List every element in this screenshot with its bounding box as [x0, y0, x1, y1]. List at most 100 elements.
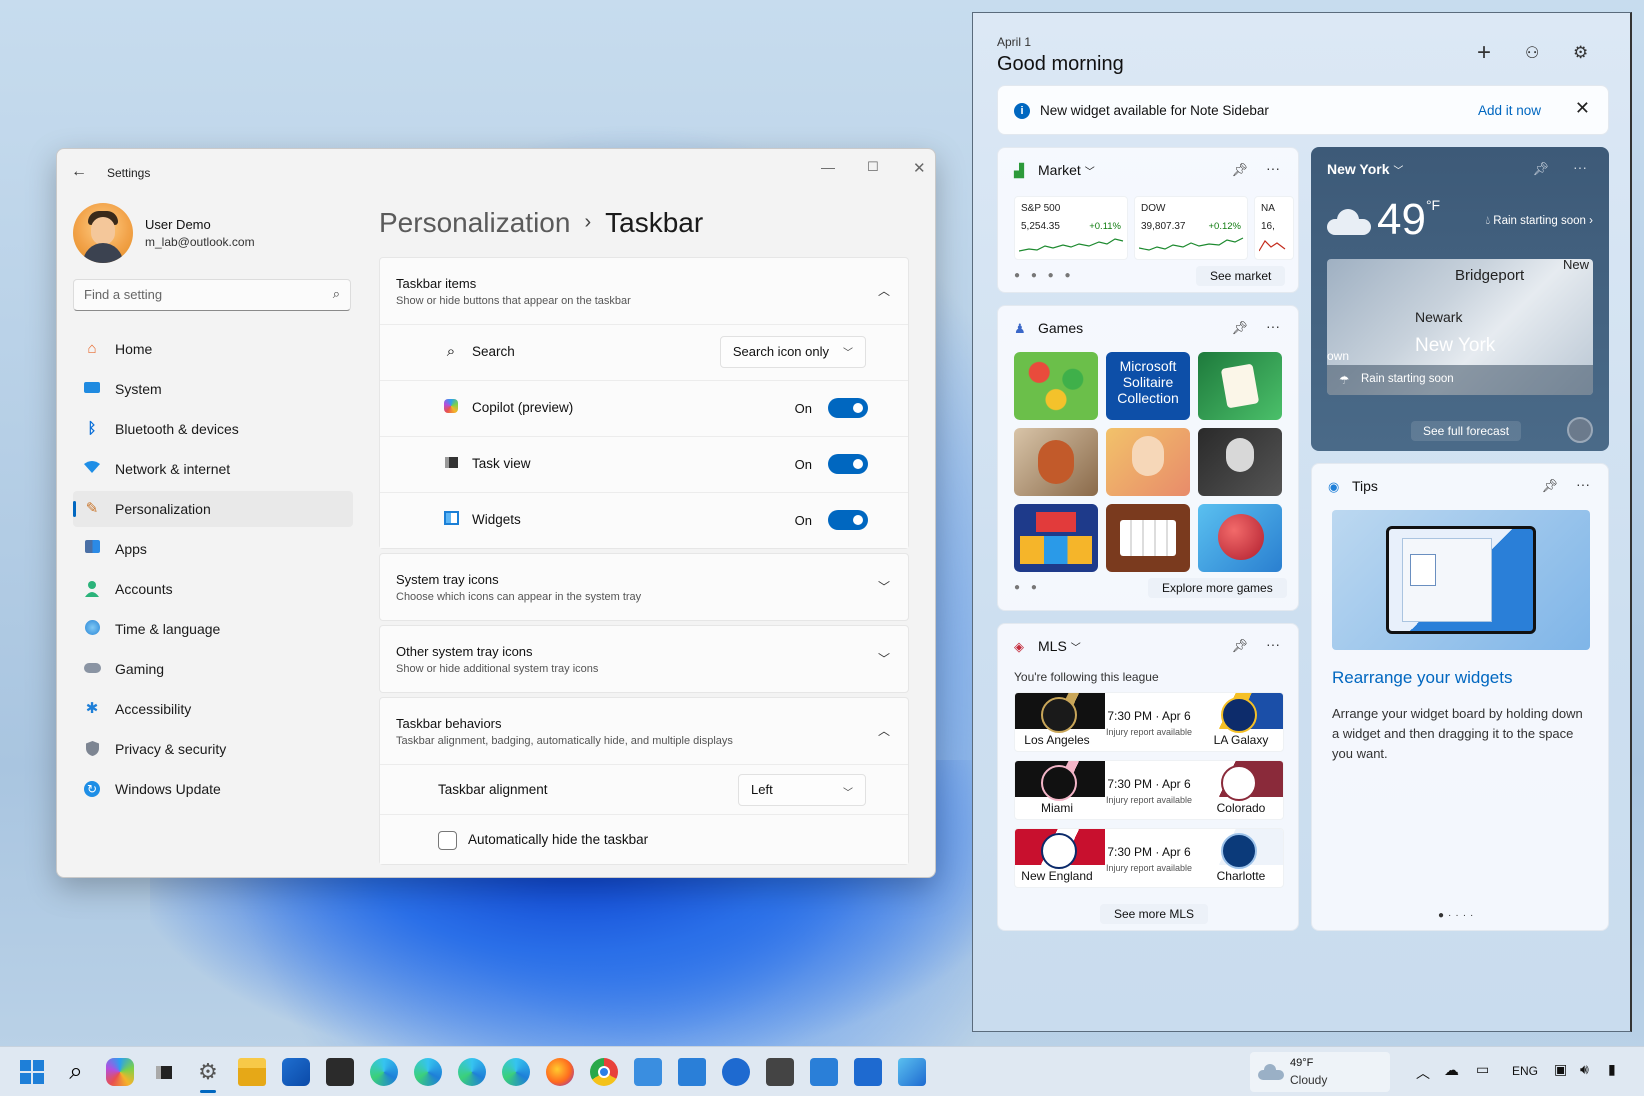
pin-icon[interactable]: 📌︎ [1532, 161, 1549, 177]
match-card[interactable]: 7:30 PM · Apr 6 Injury report available … [1014, 828, 1284, 888]
nav-item-gaming[interactable]: Gaming [73, 651, 353, 687]
edge-canary-icon[interactable] [502, 1058, 530, 1086]
weather-map[interactable]: Bridgeport New Newark New York own ☂︎ Ra… [1327, 259, 1593, 395]
stock-tile[interactable]: NA 16, [1254, 196, 1294, 260]
match-card[interactable]: 7:30 PM · Apr 6 Injury report available … [1014, 760, 1284, 820]
games-widget[interactable]: ♟ Games 📌︎ ··· Microsoft Solitaire Collec… [997, 305, 1299, 611]
alignment-dropdown[interactable]: Left ﹀ [738, 774, 866, 806]
pin-icon[interactable]: 📌︎ [1231, 638, 1248, 654]
edge-dev-icon[interactable] [458, 1058, 486, 1086]
chevron-up-icon[interactable]: ︿ [1416, 1063, 1430, 1083]
nav-item-accessibility[interactable]: ✱ Accessibility [73, 691, 353, 727]
copilot-toggle[interactable] [828, 398, 868, 418]
widgets-toggle[interactable] [828, 510, 868, 530]
nav-item-home[interactable]: ⌂ Home [73, 331, 353, 367]
more-icon[interactable]: ··· [1573, 159, 1587, 175]
mail-icon[interactable] [854, 1058, 882, 1086]
weather-widget[interactable]: New York ﹀ 📌︎ ··· 49°F 💧︎ Rain starting … [1311, 147, 1609, 451]
game-tile-cards[interactable] [1106, 504, 1190, 572]
widget-header[interactable]: ◈ MLS ﹀ [1014, 638, 1081, 655]
taskbar-items-header[interactable]: Taskbar items Show or hide buttons that … [380, 258, 908, 324]
copilot-icon[interactable] [106, 1058, 134, 1086]
nav-item-system[interactable]: System [73, 371, 353, 407]
chrome-icon[interactable] [590, 1058, 618, 1086]
game-tile-bubble[interactable] [1014, 352, 1098, 420]
weather-condition[interactable]: 💧︎ Rain starting soon › [1485, 215, 1593, 228]
nav-item-apps[interactable]: Apps [73, 531, 353, 567]
widget-header[interactable]: ♟ Games [1014, 320, 1083, 337]
explore-games-button[interactable]: Explore more games [1148, 578, 1287, 598]
close-icon[interactable]: ✕ [913, 159, 926, 177]
file-explorer-icon[interactable] [238, 1058, 266, 1086]
terminal-icon[interactable] [326, 1058, 354, 1086]
game-tile-shooter[interactable] [1198, 428, 1282, 496]
page-dots[interactable]: ●···· [1438, 910, 1477, 921]
onedrive-icon[interactable]: ☁︎ [1444, 1061, 1459, 1079]
game-tile-solitaire[interactable]: Microsoft Solitaire Collection [1106, 352, 1190, 420]
edge-beta-icon[interactable] [414, 1058, 442, 1086]
calendar-icon[interactable] [810, 1058, 838, 1086]
close-icon[interactable]: ✕ [1575, 98, 1590, 119]
mls-widget[interactable]: ◈ MLS ﹀ 📌︎ ··· You're following this leag… [997, 623, 1299, 931]
search-icon[interactable]: ⌕ [62, 1058, 90, 1086]
nav-item-windows-update[interactable]: ↻ Windows Update [73, 771, 353, 807]
pin-icon[interactable]: 📌︎ [1231, 162, 1248, 178]
settings-app-icon[interactable]: ⚙ [194, 1058, 222, 1086]
volume-icon[interactable]: 🔊︎ [1580, 1061, 1589, 1078]
widget-header[interactable]: ▟ Market ﹀ [1014, 162, 1095, 179]
widget-header[interactable]: ◉ Tips [1328, 478, 1378, 495]
tips-widget[interactable]: ◉ Tips 📌︎ ··· Rearrange your widgets Arra… [1311, 463, 1609, 931]
taskbar-weather[interactable]: 49°F Cloudy [1250, 1052, 1390, 1092]
tips-app-icon[interactable] [722, 1058, 750, 1086]
game-tile-blocks[interactable] [1014, 504, 1098, 572]
battery-icon[interactable]: ▮ [1608, 1061, 1616, 1078]
market-widget[interactable]: ▟ Market ﹀ 📌︎ ··· S&P 500 5,254.35 +0.11%… [997, 147, 1299, 293]
edge-icon[interactable] [370, 1058, 398, 1086]
behaviors-header[interactable]: Taskbar behaviors Taskbar alignment, bad… [380, 698, 908, 764]
game-tile-fashion[interactable] [1106, 428, 1190, 496]
see-market-button[interactable]: See market [1196, 266, 1286, 286]
stock-tile[interactable]: DOW 39,807.37 +0.12% [1134, 196, 1248, 260]
photos-icon[interactable] [898, 1058, 926, 1086]
game-tile-mahjong[interactable] [1198, 352, 1282, 420]
nav-item-privacy[interactable]: Privacy & security [73, 731, 353, 767]
nav-item-network[interactable]: Network & internet [73, 451, 353, 487]
maximize-icon[interactable]: ☐ [867, 159, 879, 175]
more-icon[interactable]: ··· [1266, 636, 1280, 652]
add-it-now-link[interactable]: Add it now [1478, 103, 1541, 118]
remote-desktop-icon[interactable] [634, 1058, 662, 1086]
find-setting-input[interactable]: Find a setting ⌕ [73, 279, 351, 311]
other-tray-header[interactable]: Other system tray icons Show or hide add… [380, 626, 908, 692]
start-icon[interactable] [18, 1058, 46, 1086]
people-icon[interactable]: ⚇ [1525, 43, 1539, 63]
system-tray-header[interactable]: System tray icons Choose which icons can… [380, 554, 908, 620]
keyboard-icon[interactable]: ▭ [1476, 1061, 1489, 1078]
solitaire-app-icon[interactable] [766, 1058, 794, 1086]
back-arrow-icon[interactable]: ← [71, 163, 87, 181]
notepad-icon[interactable] [678, 1058, 706, 1086]
firefox-icon[interactable] [546, 1058, 574, 1086]
store-icon[interactable] [282, 1058, 310, 1086]
add-widget-icon[interactable]: + [1477, 39, 1491, 67]
more-icon[interactable]: ··· [1266, 160, 1280, 176]
tips-heading[interactable]: Rearrange your widgets [1332, 668, 1512, 688]
game-tile-cricket[interactable] [1198, 504, 1282, 572]
match-card[interactable]: 7:30 PM · Apr 6 Injury report available … [1014, 692, 1284, 752]
more-icon[interactable]: ··· [1576, 476, 1590, 492]
page-dots[interactable]: ● ● [1014, 582, 1041, 593]
gear-icon[interactable]: ⚙ [1573, 43, 1588, 63]
nav-item-time-language[interactable]: Time & language [73, 611, 353, 647]
nav-item-bluetooth[interactable]: ᛒ Bluetooth & devices [73, 411, 353, 447]
search-mode-dropdown[interactable]: Search icon only ﹀ [719, 336, 866, 368]
pin-icon[interactable]: 📌︎ [1541, 478, 1558, 494]
avatar[interactable] [1567, 417, 1593, 443]
breadcrumb-parent[interactable]: Personalization [379, 207, 570, 238]
more-icon[interactable]: ··· [1266, 318, 1280, 334]
nav-item-accounts[interactable]: Accounts [73, 571, 353, 607]
minimize-icon[interactable]: — [821, 159, 835, 175]
weather-city[interactable]: New York ﹀ [1327, 161, 1403, 177]
pin-icon[interactable]: 📌︎ [1231, 320, 1248, 336]
network-icon[interactable]: ▣ [1554, 1061, 1567, 1078]
autohide-checkbox[interactable] [438, 831, 457, 850]
see-more-mls-button[interactable]: See more MLS [1100, 904, 1209, 924]
